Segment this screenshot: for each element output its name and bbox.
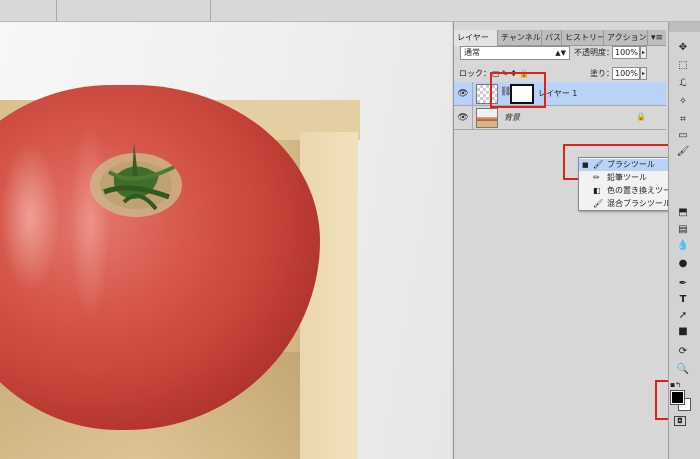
- brush-tool-icon[interactable]: 🖌: [673, 144, 693, 160]
- history-brush-tool-icon[interactable]: ⬒: [673, 205, 693, 221]
- lock-icon: 🔒: [636, 112, 646, 121]
- lasso-tool-icon[interactable]: ℒ: [673, 76, 693, 92]
- path-selection-tool-icon[interactable]: ➚: [673, 308, 693, 324]
- layers-panel: レイヤー チャンネル パス ヒストリー アクション ▾≡ 通常 ▲▼ 不透明度：…: [453, 22, 666, 459]
- visibility-column-divider: [472, 82, 473, 106]
- eye-icon[interactable]: 👁: [457, 112, 469, 124]
- lock-label: ロック：: [459, 69, 491, 78]
- zoom-tool-icon[interactable]: 🔍: [673, 362, 693, 378]
- shape-tool-icon[interactable]: ■: [673, 324, 693, 340]
- layer-row-background[interactable]: 👁 背景 🔒: [454, 106, 666, 130]
- eye-icon[interactable]: 👁: [457, 88, 469, 100]
- gradient-tool-icon[interactable]: ▤: [673, 222, 693, 238]
- brush-icon: 🖌: [593, 160, 604, 169]
- layer-thumbnail[interactable]: [476, 108, 498, 128]
- panel-tab-strip: レイヤー チャンネル パス ヒストリー アクション ▾≡: [454, 30, 666, 46]
- tomato-highlight: [0, 142, 60, 292]
- panel-menu-icon[interactable]: ▾≡: [651, 32, 663, 44]
- 3d-rotate-tool-icon[interactable]: ⟳: [673, 344, 693, 360]
- photoshop-window: レイヤー チャンネル パス ヒストリー アクション ▾≡ 通常 ▲▼ 不透明度：…: [0, 0, 700, 459]
- opacity-slider-button[interactable]: ▸: [640, 46, 647, 59]
- flyout-label: 鉛筆ツール: [607, 173, 647, 182]
- fill-label: 塗り：: [590, 69, 614, 78]
- fill-slider-button[interactable]: ▸: [640, 67, 647, 80]
- move-tool-icon[interactable]: ✥: [673, 40, 693, 56]
- tools-panel-header: [669, 22, 700, 32]
- opacity-field[interactable]: 100%: [612, 46, 640, 59]
- tab-paths[interactable]: パス: [542, 30, 562, 46]
- default-colors-icon[interactable]: ◾↰: [670, 381, 681, 389]
- pencil-icon: ✏: [593, 173, 600, 182]
- blur-tool-icon[interactable]: 💧: [673, 238, 693, 254]
- tab-actions[interactable]: アクション: [604, 30, 648, 46]
- marquee-tool-icon[interactable]: ⬚: [673, 58, 693, 74]
- mixer-brush-icon: 🖌: [593, 199, 604, 208]
- color-replace-icon: ◧: [593, 186, 601, 195]
- tab-history[interactable]: ヒストリー: [562, 30, 604, 46]
- tab-channels[interactable]: チャンネル: [498, 30, 542, 46]
- quick-mask-icon[interactable]: ◘: [674, 416, 686, 426]
- visibility-column-divider: [472, 106, 473, 130]
- blend-mode-select[interactable]: 通常 ▲▼: [460, 46, 570, 60]
- tab-layers[interactable]: レイヤー: [454, 30, 498, 46]
- type-tool-icon[interactable]: T: [673, 292, 693, 308]
- flyout-label: ブラシツール: [607, 160, 655, 169]
- layer-name[interactable]: 背景: [504, 112, 520, 124]
- dropdown-arrow-icon: ▲▼: [555, 49, 566, 57]
- mask-highlight-box: [490, 72, 546, 108]
- tab-separator: [210, 0, 211, 21]
- magic-wand-tool-icon[interactable]: ✧: [673, 94, 693, 110]
- document-tab-bar: [0, 0, 700, 22]
- tomato-stem: [90, 142, 182, 217]
- fill-field[interactable]: 100%: [612, 67, 640, 80]
- flyout-label: 混合ブラシツール: [607, 199, 671, 208]
- layer-row-layer1[interactable]: 👁 ⛓ レイヤー 1: [454, 82, 666, 106]
- opacity-label: 不透明度：: [574, 48, 614, 57]
- pen-tool-icon[interactable]: ✒: [673, 276, 693, 292]
- ruler-tool-icon[interactable]: ▭: [673, 128, 693, 144]
- document-canvas[interactable]: [0, 22, 452, 459]
- crop-tool-icon[interactable]: ⌗: [673, 112, 693, 128]
- foreground-color-swatch[interactable]: [670, 390, 685, 405]
- tab-separator: [56, 0, 57, 21]
- blend-mode-value: 通常: [464, 48, 480, 57]
- selected-bullet-icon: ■: [582, 161, 589, 169]
- dodge-tool-icon[interactable]: ●: [673, 256, 693, 272]
